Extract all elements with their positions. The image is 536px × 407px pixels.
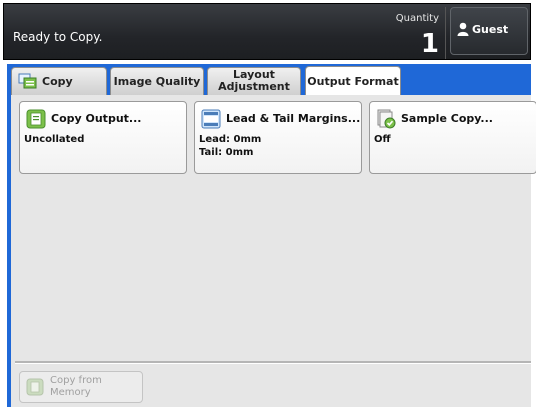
tab-strip: Copy Image Quality Layout Adjustment Out… [7, 64, 531, 96]
tab-copy[interactable]: Copy [11, 67, 107, 95]
tab-output-format[interactable]: Output Format [305, 66, 401, 96]
quantity-label: Quantity [395, 13, 439, 24]
lead-margin-value: Lead: 0mm [199, 134, 262, 145]
sample-copy-title: Sample Copy... [401, 112, 493, 125]
output-format-panel: Copy Output... Uncollated Lead & Tail Ma… [7, 95, 536, 407]
status-message: Ready to Copy. [13, 30, 103, 44]
copy-output-icon [26, 109, 46, 129]
sample-copy-value: Off [374, 134, 391, 145]
user-icon [457, 22, 469, 36]
copy-output-title: Copy Output... [51, 112, 142, 125]
tab-image-quality[interactable]: Image Quality [110, 67, 204, 95]
tail-margin-value: Tail: 0mm [199, 147, 254, 158]
quantity-value: 1 [420, 29, 439, 59]
sample-copy-button[interactable]: Sample Copy... Off [369, 101, 536, 174]
margins-icon [201, 109, 221, 129]
lead-tail-margins-button[interactable]: Lead & Tail Margins... Lead: 0mm Tail: 0… [194, 101, 362, 174]
quantity-display[interactable]: Quantity 1 [385, 7, 446, 59]
copy-output-button[interactable]: Copy Output... Uncollated [19, 101, 187, 174]
tab-output-format-label: Output Format [307, 75, 399, 88]
tab-layout-adjustment-label: Layout Adjustment [218, 68, 290, 93]
sample-copy-icon [377, 109, 396, 129]
tab-copy-label: Copy [42, 75, 73, 88]
footer-divider [15, 361, 531, 364]
user-login-button[interactable]: Guest [450, 7, 528, 55]
lead-tail-margins-title: Lead & Tail Margins... [226, 112, 361, 125]
status-bar: Ready to Copy. Quantity 1 Guest [3, 3, 531, 60]
lead-tail-margins-value: Lead: 0mm Tail: 0mm [199, 133, 261, 159]
copy-icon [18, 73, 37, 89]
copy-output-value: Uncollated [24, 134, 85, 145]
user-label: Guest [472, 23, 509, 36]
memory-icon [26, 378, 44, 396]
copy-screen: Ready to Copy. Quantity 1 Guest Copy Ima… [0, 0, 536, 407]
copy-from-memory-button[interactable]: Copy from Memory [19, 371, 143, 403]
tab-layout-adjustment[interactable]: Layout Adjustment [207, 67, 301, 95]
tab-image-quality-label: Image Quality [113, 75, 201, 88]
copy-from-memory-label: Copy from Memory [50, 375, 102, 398]
